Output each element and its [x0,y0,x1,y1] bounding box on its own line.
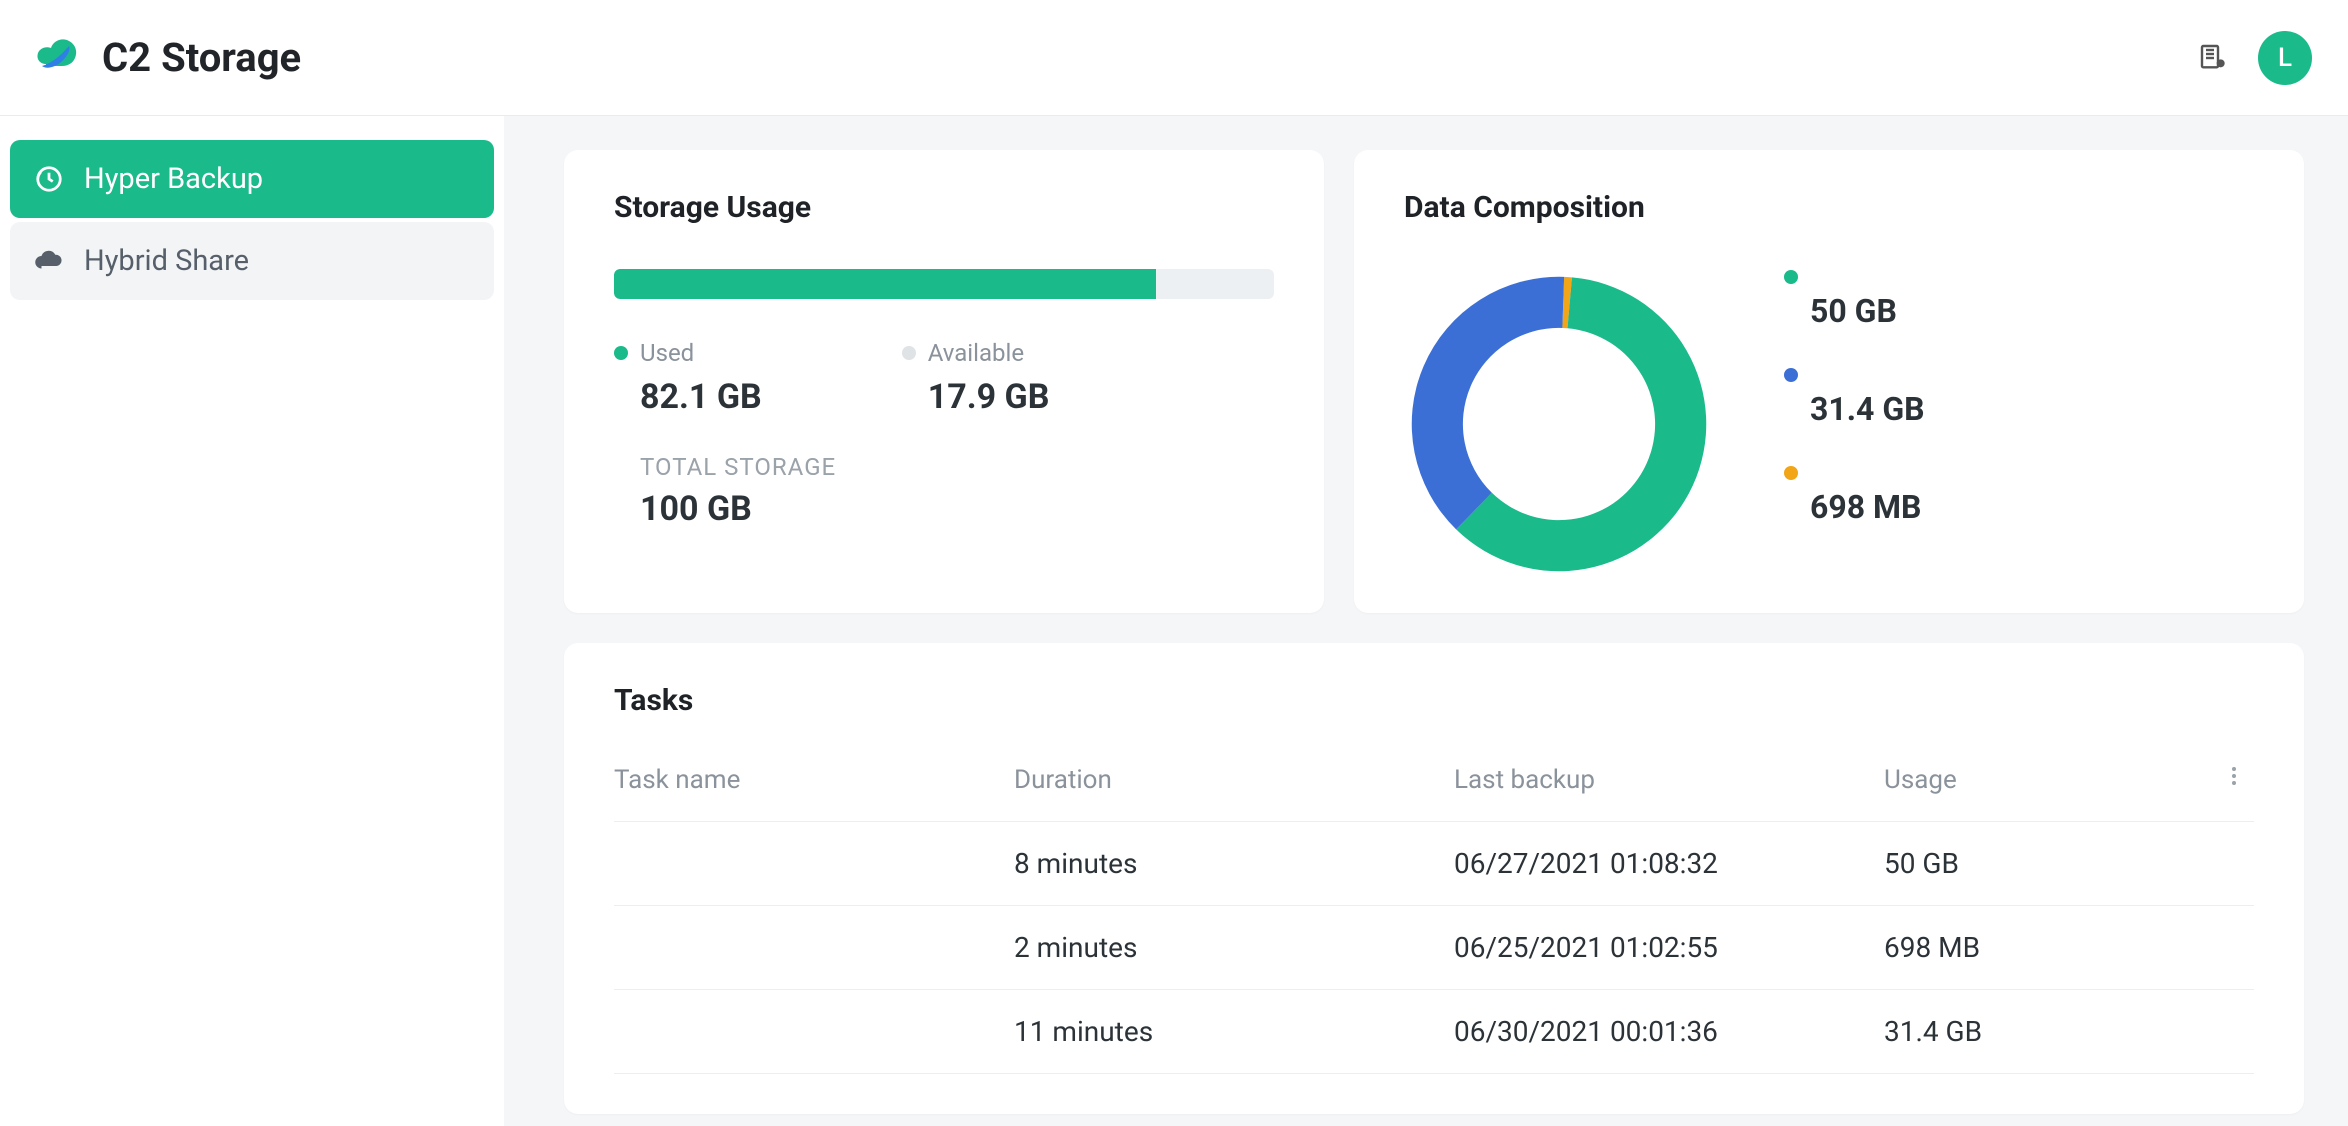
donut-segment [1412,277,1564,530]
storage-available-stat: Available 17.9 GB [902,339,1050,417]
cloud-icon [34,246,64,276]
storage-total-label: TOTAL STORAGE [614,453,1274,481]
table-row[interactable]: 8 minutes06/27/2021 01:08:3250 GB [614,822,2254,906]
app-title: C2 Storage [102,34,301,81]
tasks-table-header: Task name Duration Last backup Usage [614,738,2254,822]
col-last-backup: Last backup [1454,765,1884,795]
more-vertical-icon [2222,764,2246,795]
tasks-card: Tasks Task name Duration Last backup Usa… [564,643,2304,1114]
cell-last_backup: 06/27/2021 01:08:32 [1454,847,1884,880]
cell-duration: 11 minutes [1014,1015,1454,1048]
topbar: C2 Storage L [0,0,2348,116]
cell-last_backup: 06/25/2021 01:02:55 [1454,931,1884,964]
tasks-title: Tasks [614,683,2254,718]
storage-usage-title: Storage Usage [614,190,1274,225]
storage-used-label: Used [640,339,694,367]
brand: C2 Storage [36,34,301,82]
cell-usage: 698 MB [1884,931,2194,964]
legend-value: 31.4 GB [1784,390,1925,428]
cell-duration: 2 minutes [1014,931,1454,964]
storage-progress-fill [614,269,1156,299]
legend-value: 50 GB [1784,292,1925,330]
tasks-more-button[interactable] [2214,760,2254,800]
cell-duration: 8 minutes [1014,847,1454,880]
app-logo-icon [36,34,84,82]
storage-usage-card: Storage Usage Used 82.1 GB [564,150,1324,613]
cell-usage: 31.4 GB [1884,1015,2194,1048]
legend-item: 698 MB [1784,466,1925,526]
col-task-name: Task name [614,765,1014,795]
col-usage: Usage [1884,765,2194,795]
table-row[interactable]: 2 minutes06/25/2021 01:02:55698 MB [614,906,2254,990]
cell-usage: 50 GB [1884,847,2194,880]
sidebar-item-label: Hybrid Share [84,244,249,278]
table-row[interactable]: 11 minutes06/30/2021 00:01:3631.4 GB [614,990,2254,1074]
storage-total-value: 100 GB [614,489,1274,529]
region-icon[interactable] [2198,42,2230,74]
dot-icon [1784,368,1798,382]
sidebar-item-hyper-backup[interactable]: Hyper Backup [10,140,494,218]
dot-icon [1784,466,1798,480]
storage-available-value: 17.9 GB [902,377,1050,417]
avatar-initial: L [2278,43,2292,73]
composition-legend: 50 GB 31.4 GB 698 MB [1784,246,1925,526]
data-composition-title: Data Composition [1404,190,1714,225]
dot-icon [902,346,916,360]
data-composition-card: Data Composition 50 GB 31.4 GB [1354,150,2304,613]
cell-last_backup: 06/30/2021 00:01:36 [1454,1015,1884,1048]
dot-icon [614,346,628,360]
storage-progress-bar [614,269,1274,299]
main-content: Storage Usage Used 82.1 GB [504,116,2348,1126]
storage-used-stat: Used 82.1 GB [614,339,762,417]
sidebar-item-label: Hyper Backup [84,162,263,196]
dot-icon [1784,270,1798,284]
backup-icon [34,164,64,194]
avatar[interactable]: L [2258,31,2312,85]
legend-value: 698 MB [1784,488,1925,526]
donut-chart [1404,269,1714,583]
legend-item: 50 GB [1784,270,1925,330]
storage-used-value: 82.1 GB [614,377,762,417]
topbar-actions: L [2198,31,2312,85]
sidebar-item-hybrid-share[interactable]: Hybrid Share [10,222,494,300]
legend-item: 31.4 GB [1784,368,1925,428]
sidebar: Hyper Backup Hybrid Share [0,116,504,1126]
col-duration: Duration [1014,765,1454,795]
storage-available-label: Available [928,339,1024,367]
